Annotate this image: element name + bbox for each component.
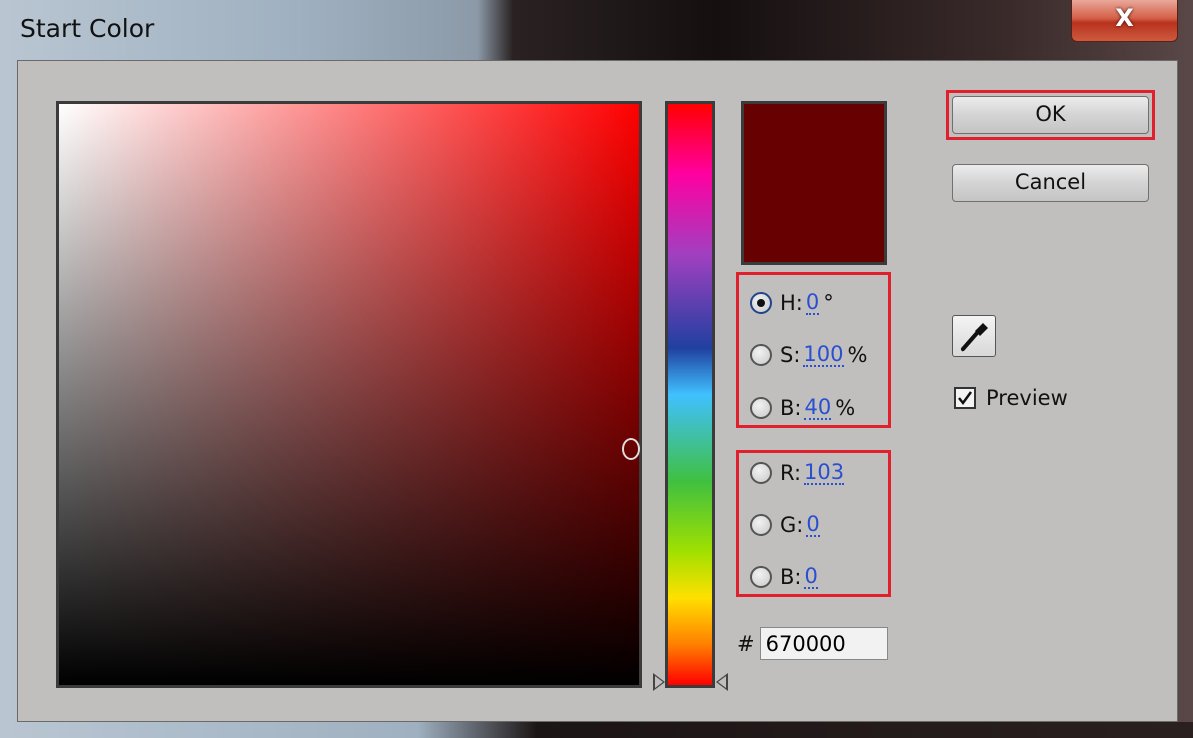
hue-unit: ° [823,291,834,315]
color-swatch [741,101,887,265]
hue-label: H: [780,291,803,315]
red-radio[interactable] [750,462,772,484]
checkmark-icon [958,391,973,406]
saturation-unit: % [847,343,868,367]
blue-value[interactable]: 0 [804,565,818,589]
hue-slider-right-marker-icon[interactable] [716,673,728,691]
hue-row: H: 0 ° [750,288,834,318]
saturation-brightness-field[interactable] [56,101,642,688]
close-button[interactable]: X [1071,0,1178,42]
saturation-label: S: [780,343,801,367]
red-row: R: 103 [750,458,848,488]
red-value[interactable]: 103 [804,461,845,485]
saturation-row: S: 100 % [750,340,867,370]
eyedropper-icon [961,323,988,352]
blue-label: B: [780,565,802,589]
brightness-radio[interactable] [750,397,772,419]
hue-slider-left-marker-icon[interactable] [653,673,665,691]
hex-input[interactable] [759,627,888,660]
hex-prefix: # [737,631,755,656]
green-label: G: [780,513,804,537]
green-row: G: 0 [750,510,824,540]
blue-radio[interactable] [750,566,772,588]
window-title: Start Color [20,14,155,43]
cancel-button[interactable]: Cancel [952,164,1149,202]
eyedropper-button[interactable] [952,315,996,357]
green-value[interactable]: 0 [806,513,820,537]
red-label: R: [780,461,802,485]
brightness-label: B: [780,396,802,420]
ok-button[interactable]: OK [952,96,1149,134]
preview-label: Preview [986,386,1068,410]
preview-checkbox[interactable] [954,387,976,409]
blue-row: B: 0 [750,562,822,592]
preview-row: Preview [954,386,1068,410]
brightness-unit: % [835,396,856,420]
brightness-row: B: 40 % [750,393,855,423]
hex-row: # [737,627,888,660]
hue-radio[interactable] [750,292,772,314]
color-picker-window: Start Color X H: 0 ° S: 100 % B: 40 % R:… [0,0,1193,738]
hue-slider[interactable] [665,101,715,688]
hue-value[interactable]: 0 [805,291,820,315]
title-bar[interactable]: Start Color X [0,0,1193,60]
brightness-value[interactable]: 40 [804,396,832,420]
saturation-value[interactable]: 100 [803,343,844,367]
window-bottom-frame [0,722,1193,738]
close-icon: X [1115,4,1134,32]
green-radio[interactable] [750,514,772,536]
saturation-radio[interactable] [750,344,772,366]
color-field-cursor[interactable] [622,438,640,460]
